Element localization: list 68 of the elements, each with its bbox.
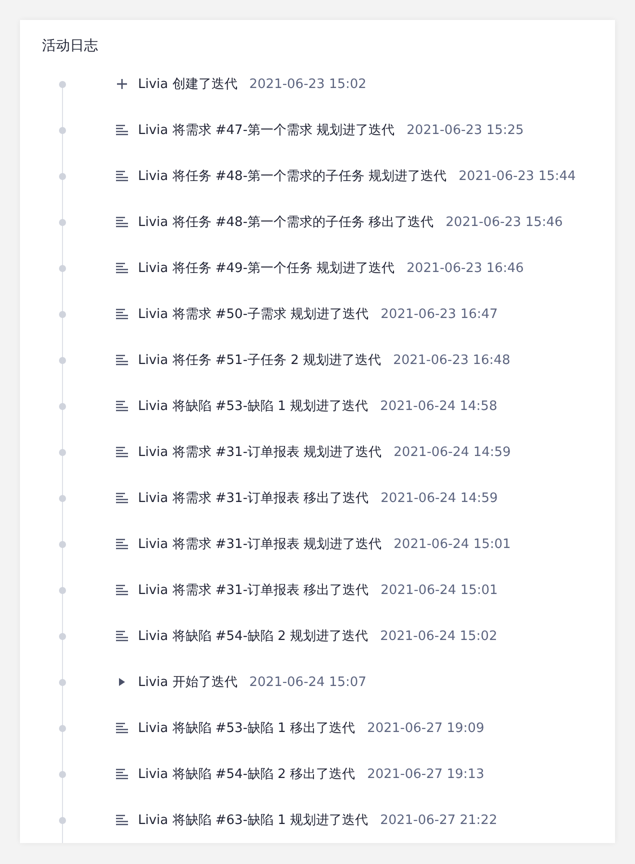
text-lines-icon: [116, 124, 128, 136]
text-lines-icon: [116, 308, 128, 320]
activity-text: Livia 将缺陷 #54-缺陷 2 规划进了迭代: [138, 628, 368, 645]
activity-text: Livia 将需求 #31-订单报表 移出了迭代: [138, 490, 369, 507]
activity-text: Livia 将缺陷 #53-缺陷 1 移出了迭代: [138, 720, 356, 737]
activity-time: 2021-06-27 21:22: [380, 812, 498, 828]
activity-time: 2021-06-27 19:09: [367, 720, 484, 736]
text-lines-icon: [116, 814, 128, 826]
text-lines-icon: [116, 584, 128, 596]
timeline-dot: [59, 679, 66, 686]
activity-text: Livia 将任务 #49-第一个任务 规划进了迭代: [138, 260, 395, 277]
activity-time: 2021-06-23 15:25: [406, 122, 524, 138]
timeline-dot: [59, 633, 66, 640]
timeline-dot: [59, 403, 66, 410]
timeline-dot: [59, 311, 66, 318]
timeline-dot: [59, 219, 66, 226]
text-lines-icon: [116, 630, 128, 642]
activity-time: 2021-06-23 16:47: [380, 306, 498, 322]
activity-time: 2021-06-23 15:44: [458, 168, 576, 184]
text-lines-icon: [116, 538, 128, 550]
text-lines-icon: [116, 216, 128, 228]
activity-text: Livia 将需求 #47-第一个需求 规划进了迭代: [138, 122, 395, 139]
activity-time: 2021-06-24 14:59: [394, 444, 511, 460]
activity-time: 2021-06-24 14:59: [380, 490, 498, 506]
timeline-dot: [59, 449, 66, 456]
activity-text: Livia 创建了迭代: [138, 76, 238, 93]
activity-text: Livia 将缺陷 #54-缺陷 2 移出了迭代: [138, 766, 356, 783]
activity-text: Livia 将任务 #51-子任务 2 规划进了迭代: [138, 352, 382, 369]
activity-text: Livia 将缺陷 #53-缺陷 1 规划进了迭代: [138, 398, 368, 415]
plus-icon: [116, 78, 128, 90]
activity-time: 2021-06-24 15:01: [394, 536, 511, 552]
text-lines-icon: [116, 768, 128, 780]
text-lines-icon: [116, 722, 128, 734]
timeline-dot: [59, 495, 66, 502]
activity-text: Livia 将任务 #48-第一个需求的子任务 移出了迭代: [138, 214, 434, 231]
panel-title: 活动日志: [42, 37, 99, 56]
activity-time: 2021-06-23 15:46: [446, 214, 563, 230]
activity-time: 2021-06-27 19:13: [367, 766, 484, 782]
timeline-dot: [59, 357, 66, 364]
timeline-dot: [59, 173, 66, 180]
text-lines-icon: [116, 400, 128, 412]
timeline-dot: [59, 587, 66, 594]
text-lines-icon: [116, 262, 128, 274]
activity-text: Livia 将任务 #48-第一个需求的子任务 规划进了迭代: [138, 168, 447, 185]
activity-text: Livia 将需求 #31-订单报表 规划进了迭代: [138, 536, 382, 553]
text-lines-icon: [116, 354, 128, 366]
text-lines-icon: [116, 170, 128, 182]
activity-text: Livia 将需求 #31-订单报表 规划进了迭代: [138, 444, 382, 461]
activity-time: 2021-06-24 15:07: [249, 674, 366, 690]
text-lines-icon: [116, 492, 128, 504]
timeline-dot: [59, 127, 66, 134]
activity-time: 2021-06-23 15:02: [249, 76, 366, 92]
timeline-dot: [59, 817, 66, 824]
timeline-dot: [59, 265, 66, 272]
timeline-dot: [59, 771, 66, 778]
activity-time: 2021-06-23 16:46: [406, 260, 524, 276]
activity-time: 2021-06-24 15:01: [380, 582, 498, 598]
timeline-dot: [59, 541, 66, 548]
timeline-dot: [59, 81, 66, 88]
activity-text: Livia 开始了迭代: [138, 674, 238, 691]
timeline-dot: [59, 725, 66, 732]
activity-time: 2021-06-24 15:02: [380, 628, 498, 644]
activity-time: 2021-06-24 14:58: [380, 398, 498, 414]
activity-text: Livia 将需求 #50-子需求 规划进了迭代: [138, 306, 369, 323]
text-lines-icon: [116, 446, 128, 458]
activity-time: 2021-06-23 16:48: [393, 352, 510, 368]
activity-text: Livia 将缺陷 #63-缺陷 1 规划进了迭代: [138, 812, 368, 829]
activity-text: Livia 将需求 #31-订单报表 移出了迭代: [138, 582, 369, 599]
